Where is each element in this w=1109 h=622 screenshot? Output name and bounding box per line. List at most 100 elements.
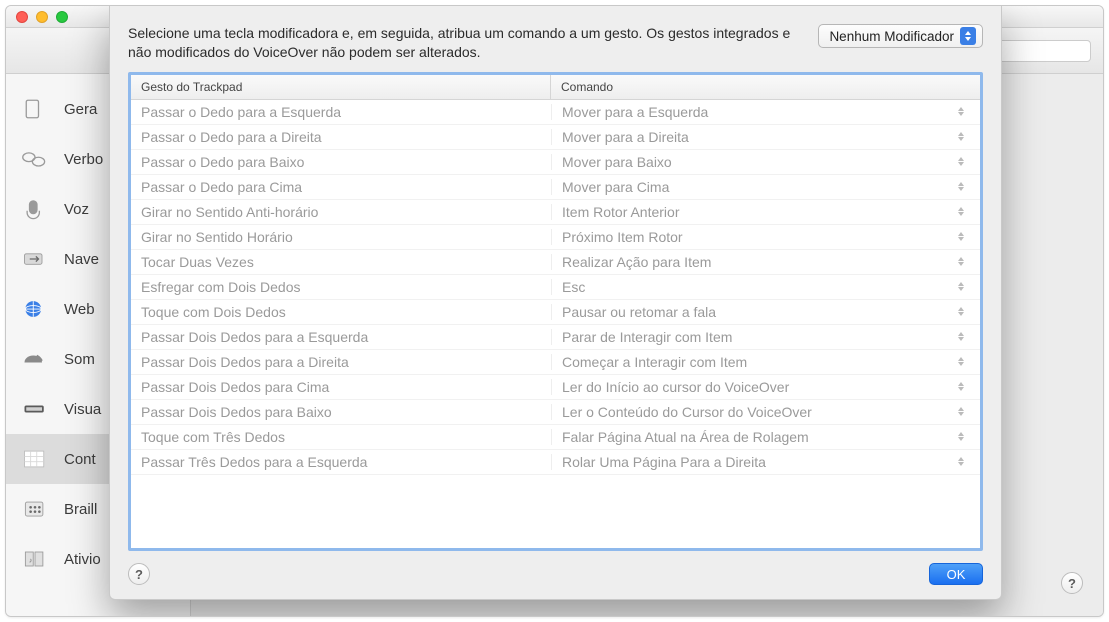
- sidebar-icon: [20, 94, 50, 124]
- help-button[interactable]: ?: [1061, 572, 1083, 594]
- command-cell[interactable]: Mover para Cima: [551, 179, 980, 195]
- command-cell[interactable]: Item Rotor Anterior: [551, 204, 980, 220]
- table-row[interactable]: Passar Dois Dedos para Cima Ler do Início…: [131, 375, 980, 400]
- table-row[interactable]: Girar no Sentido Anti-horário Item Rotor …: [131, 200, 980, 225]
- command-cell[interactable]: Mover para Baixo: [551, 154, 980, 170]
- sidebar-icon: [20, 194, 50, 224]
- sidebar-item-label: Cont: [64, 451, 96, 468]
- command-label: Mover para a Direita: [562, 129, 689, 145]
- window: Utilitário do VoiceOver GeraVerboVozNave…: [5, 5, 1104, 617]
- gesture-cell: Passar Dois Dedos para Cima: [131, 379, 551, 395]
- command-label: Mover para Baixo: [562, 154, 672, 170]
- popup-arrows-icon: [958, 257, 964, 266]
- command-cell[interactable]: Mover para a Esquerda: [551, 104, 980, 120]
- table-header: Gesto do Trackpad Comando: [131, 75, 980, 100]
- command-label: Rolar Uma Página Para a Direita: [562, 454, 766, 470]
- sidebar-icon: [20, 494, 50, 524]
- svg-text:♪: ♪: [29, 558, 33, 565]
- table-row[interactable]: Passar o Dedo para a EsquerdaMover para …: [131, 100, 980, 125]
- ok-button-label: OK: [947, 567, 966, 582]
- command-label: Pausar ou retomar a fala: [562, 304, 716, 320]
- table-row[interactable]: Passar Dois Dedos para a EsquerdaParar d…: [131, 325, 980, 350]
- gesture-cell: Passar Dois Dedos para Baixo: [131, 404, 551, 420]
- table-row[interactable]: Passar o Dedo para Baixo Mover para Baixo: [131, 150, 980, 175]
- gesture-cell: Girar no Sentido Horário: [131, 229, 551, 245]
- command-label: Ler o Conteúdo do Cursor do VoiceOver: [562, 404, 812, 420]
- command-cell[interactable]: Esc: [551, 279, 980, 295]
- table-row[interactable]: Passar Dois Dedos para a Direita Começar …: [131, 350, 980, 375]
- sidebar-item-label: Web: [64, 301, 95, 318]
- sidebar-item-label: Verbo: [64, 151, 103, 168]
- gesture-cell: Passar o Dedo para a Esquerda: [131, 104, 551, 120]
- popup-arrows-icon: [958, 207, 964, 216]
- popup-arrows-icon: [958, 107, 964, 116]
- gesture-cell: Girar no Sentido Anti-horário: [131, 204, 551, 220]
- command-cell[interactable]: Mover para a Direita: [551, 129, 980, 145]
- table-row[interactable]: Passar o Dedo para a Direita Mover para a…: [131, 125, 980, 150]
- table-row[interactable]: Passar Dois Dedos para Baixo Ler o Conteú…: [131, 400, 980, 425]
- command-cell[interactable]: Falar Página Atual na Área de Rolagem: [551, 429, 980, 445]
- sidebar-item-label: Som: [64, 351, 95, 368]
- gesture-cell: Passar o Dedo para Cima: [131, 179, 551, 195]
- gesture-cell: Toque com Dois Dedos: [131, 304, 551, 320]
- table-body: Passar o Dedo para a EsquerdaMover para …: [131, 100, 980, 548]
- popup-arrows-icon: [958, 157, 964, 166]
- gesture-cell: Esfregar com Dois Dedos: [131, 279, 551, 295]
- sidebar-icon: [20, 444, 50, 474]
- sidebar-icon: [20, 294, 50, 324]
- command-label: Parar de Interagir com Item: [562, 329, 732, 345]
- table-row[interactable]: Tocar Duas Vezes Realizar Ação para Item: [131, 250, 980, 275]
- command-label: Esc: [562, 279, 585, 295]
- commander-sheet: Selecione uma tecla modificadora e, em s…: [109, 6, 1002, 600]
- ok-button[interactable]: OK: [929, 563, 983, 585]
- table-row[interactable]: Passar Três Dedos para a Esquerda Rolar U…: [131, 450, 980, 475]
- sidebar-item-label: Ativio: [64, 551, 101, 568]
- command-label: Próximo Item Rotor: [562, 229, 683, 245]
- gesture-cell: Tocar Duas Vezes: [131, 254, 551, 270]
- sidebar-item-label: Gera: [64, 101, 97, 118]
- table-row[interactable]: Toque com Dois Dedos Pausar ou retomar a …: [131, 300, 980, 325]
- sidebar-item-label: Voz: [64, 201, 89, 218]
- popup-arrows-icon: [958, 357, 964, 366]
- sidebar-item-label: Braill: [64, 501, 97, 518]
- popup-arrows-icon: [958, 182, 964, 191]
- sidebar-icon: [20, 344, 50, 374]
- command-cell[interactable]: Ler o Conteúdo do Cursor do VoiceOver: [551, 404, 980, 420]
- command-label: Realizar Ação para Item: [562, 254, 711, 270]
- command-cell[interactable]: Realizar Ação para Item: [551, 254, 980, 270]
- popup-arrows-icon: [958, 432, 964, 441]
- command-label: Começar a Interagir com Item: [562, 354, 747, 370]
- command-label: Falar Página Atual na Área de Rolagem: [562, 429, 809, 445]
- sidebar-icon: [20, 144, 50, 174]
- popup-arrows-icon: [958, 232, 964, 241]
- command-cell[interactable]: Começar a Interagir com Item: [551, 354, 980, 370]
- gesture-cell: Passar o Dedo para a Direita: [131, 129, 551, 145]
- command-cell[interactable]: Pausar ou retomar a fala: [551, 304, 980, 320]
- sidebar-item-label: Nave: [64, 251, 99, 268]
- popup-arrows-icon: [958, 382, 964, 391]
- sidebar-icon: ♪: [20, 544, 50, 574]
- gesture-cell: Passar Dois Dedos para a Direita: [131, 354, 551, 370]
- command-cell[interactable]: Rolar Uma Página Para a Direita: [551, 454, 980, 470]
- column-header-command[interactable]: Comando: [551, 75, 980, 99]
- table-row[interactable]: Esfregar com Dois Dedos Esc: [131, 275, 980, 300]
- sheet-help-button[interactable]: ?: [128, 563, 150, 585]
- gesture-cell: Passar o Dedo para Baixo: [131, 154, 551, 170]
- sidebar-item-label: Visua: [64, 401, 101, 418]
- command-label: Ler do Início ao cursor do VoiceOver: [562, 379, 789, 395]
- sheet-footer: ? OK: [128, 551, 983, 585]
- gesture-cell: Passar Três Dedos para a Esquerda: [131, 454, 551, 470]
- command-cell[interactable]: Ler do Início ao cursor do VoiceOver: [551, 379, 980, 395]
- popup-arrows-icon: [960, 27, 976, 45]
- column-header-gesture[interactable]: Gesto do Trackpad: [131, 75, 551, 99]
- popup-arrows-icon: [958, 332, 964, 341]
- command-label: Item Rotor Anterior: [562, 204, 680, 220]
- instruction-text: Selecione uma tecla modificadora e, em s…: [128, 24, 798, 62]
- command-cell[interactable]: Parar de Interagir com Item: [551, 329, 980, 345]
- table-row[interactable]: Toque com Três DedosFalar Página Atual n…: [131, 425, 980, 450]
- command-cell[interactable]: Próximo Item Rotor: [551, 229, 980, 245]
- modifier-select[interactable]: Nenhum Modificador: [818, 24, 983, 48]
- table-row[interactable]: Girar no Sentido Horário Próximo Item Rot…: [131, 225, 980, 250]
- table-row[interactable]: Passar o Dedo para Cima Mover para Cima: [131, 175, 980, 200]
- command-label: Mover para Cima: [562, 179, 669, 195]
